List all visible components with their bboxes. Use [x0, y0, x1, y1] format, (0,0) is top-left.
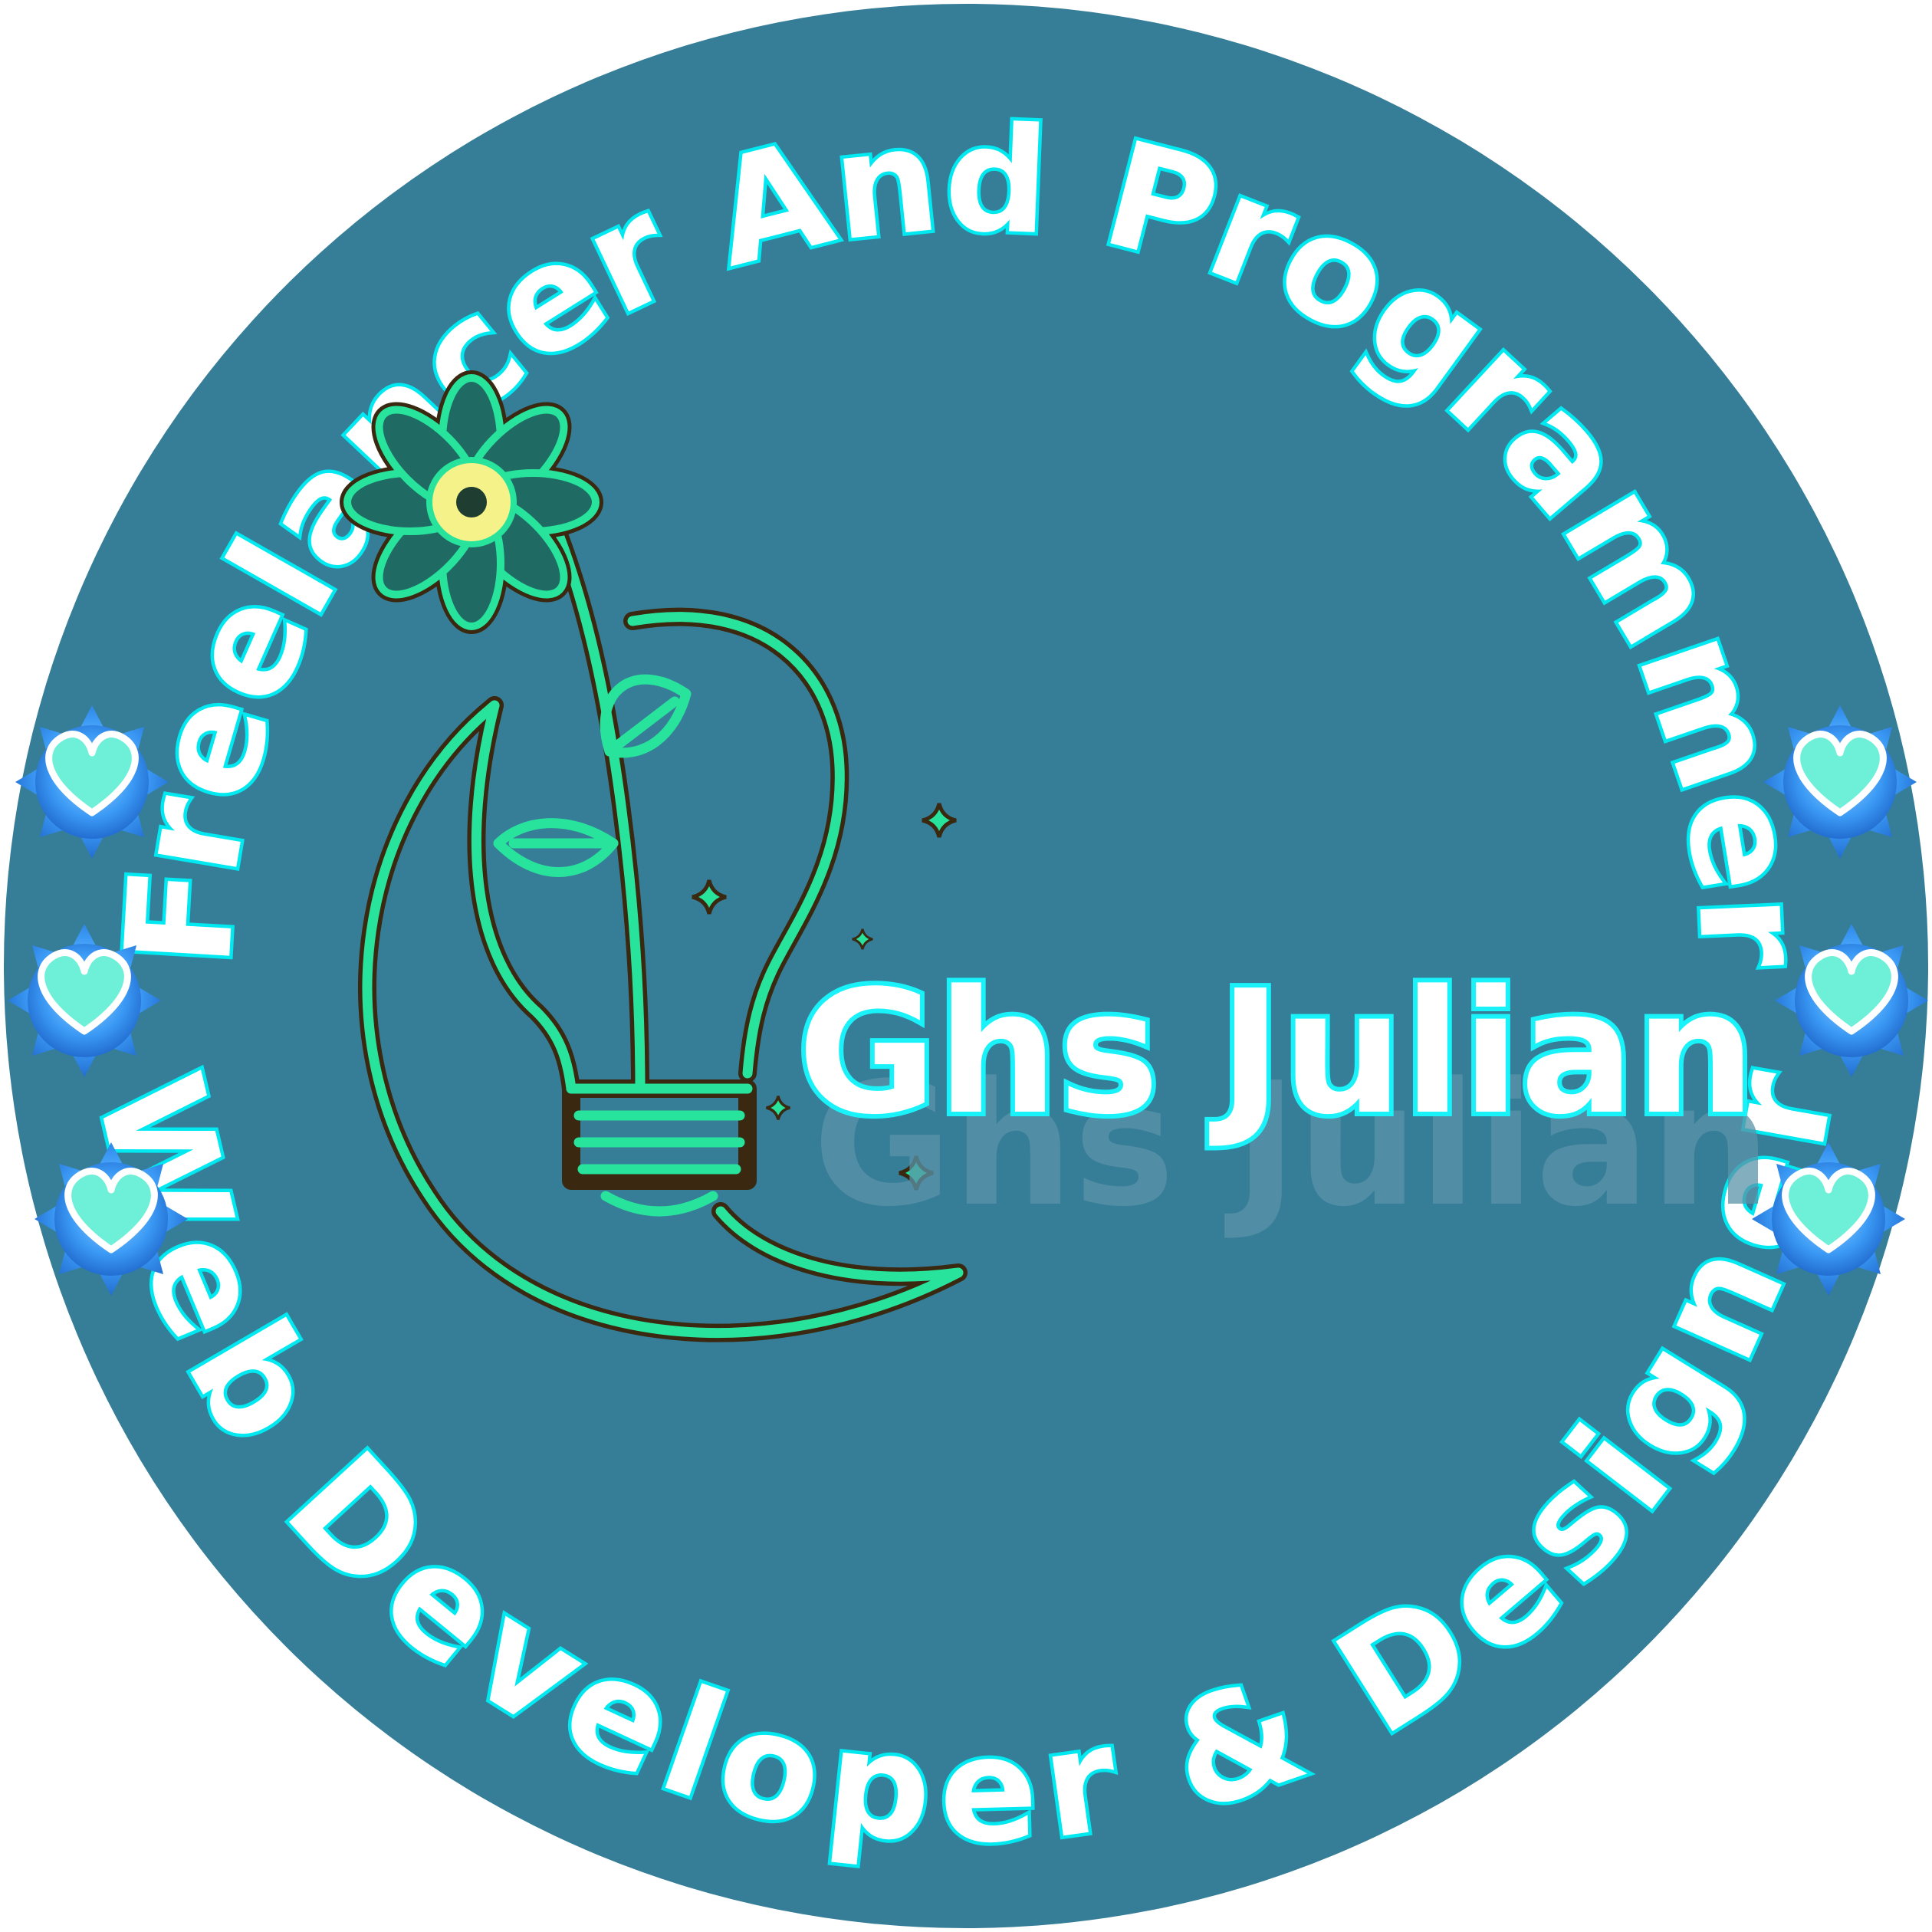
name-text: Ghs Julian [797, 955, 1756, 1152]
logo-badge: Freelancer And Programmer Web Developer … [4, 4, 1932, 1928]
